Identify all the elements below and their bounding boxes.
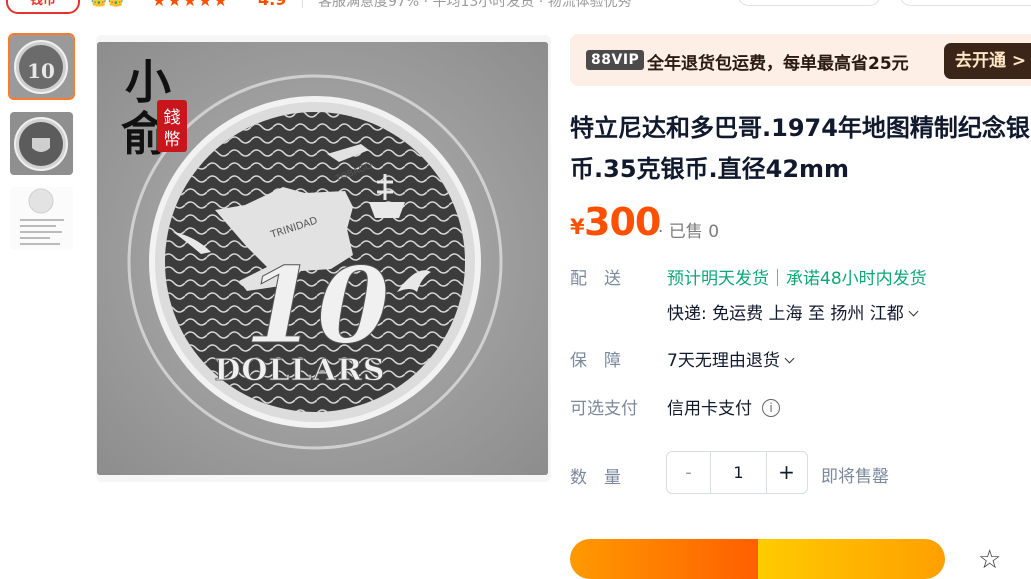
guarantee-value: 7天无理由退货 [667, 351, 780, 371]
crown-rating-icon: 👑👑 [90, 0, 125, 8]
delivery-label: 配 送 [570, 269, 621, 289]
shop-header-strip: 钱币 👑👑 ★★★★★ 4.9 客服满意度97% · 平均13小时发货 · 物流… [0, 0, 1031, 14]
vip-badge: 88VIP [586, 50, 645, 70]
sold-count: · 已售 0 [658, 222, 720, 242]
shop-service-info: 客服满意度97% · 平均13小时发货 · 物流体验优秀 [318, 0, 632, 10]
thumbnail-coin-reverse[interactable]: 10 [8, 33, 75, 100]
buy-now-button[interactable] [570, 539, 758, 579]
quantity-label: 数 量 [570, 468, 621, 488]
delivery-promise: 预计明天发货｜承诺48小时内发货 [667, 269, 927, 289]
payment-label: 可选支付 [570, 399, 638, 419]
payment-value: 信用卡支付 [667, 399, 752, 419]
coin-unit-label: DOLLARS [214, 353, 385, 388]
product-title: 特立尼达和多巴哥.1974年地图精制纪念银币.35克银币.直径42mm [570, 114, 1030, 183]
product-price: 300 [584, 200, 661, 244]
favorite-star-icon[interactable]: ☆ [978, 545, 1001, 575]
vip-promo-text: 全年退货包运费，每单最高省25元 [647, 54, 909, 74]
guarantee-label: 保 障 [570, 351, 621, 371]
purchase-buttons [570, 539, 945, 579]
currency-symbol: ¥ [570, 215, 585, 239]
info-icon[interactable]: i [762, 399, 780, 417]
seal-char: 錢 [164, 108, 181, 128]
svg-text:10: 10 [27, 59, 55, 83]
quantity-input[interactable]: 1 [710, 452, 767, 493]
star-rating-icon: ★★★★★ [152, 0, 229, 10]
shop-score: 4.9 [258, 0, 286, 9]
vip-activate-button[interactable]: 去开通 > [944, 43, 1031, 79]
add-to-cart-button[interactable] [758, 539, 945, 579]
thumbnail-coin-certificate[interactable] [10, 187, 73, 250]
main-product-image[interactable]: 10 DOLLARS TRINIDAD TOBAGO 小 俞 錢 幣 [97, 42, 548, 475]
shop-logo[interactable]: 钱币 [6, 0, 80, 14]
quantity-stepper: - 1 + [666, 451, 808, 494]
stock-status: 即将售罄 [821, 467, 889, 487]
shipping-route-selector[interactable]: 快递: 免运费 上海 至 扬州 江都 [667, 299, 919, 324]
divider [302, 0, 303, 8]
shop-action-button[interactable] [737, 0, 881, 6]
chevron-down-icon [784, 353, 795, 364]
quantity-decrement-button[interactable]: - [667, 452, 710, 493]
payment-option: 信用卡支付 i [667, 394, 780, 419]
guarantee-selector[interactable]: 7天无理由退货 [667, 346, 795, 371]
seal-char: 幣 [164, 130, 181, 150]
thumbnail-coin-obverse[interactable] [10, 112, 73, 175]
shop-action-button[interactable] [899, 0, 1031, 6]
coin-denomination: 10 [245, 244, 390, 367]
quantity-increment-button[interactable]: + [765, 452, 807, 493]
shipping-route-text: 快递: 免运费 上海 至 扬州 江都 [667, 304, 904, 324]
chevron-down-icon [908, 306, 919, 317]
